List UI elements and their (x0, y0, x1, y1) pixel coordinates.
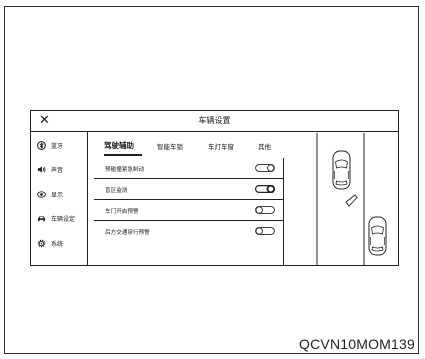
sidebar-item-display[interactable]: 显示 (37, 187, 63, 201)
sidebar-item-label: 显示 (51, 191, 64, 199)
tab-smart-lock[interactable]: 智能车锁 (157, 141, 183, 151)
sidebar-item-label: 车辆设定 (51, 215, 76, 223)
sidebar-item-system[interactable]: 系统 (37, 236, 63, 250)
adjacent-car-icon (368, 216, 387, 256)
sidebar-item-bluetooth[interactable]: 蓝牙 (37, 138, 63, 152)
vehicle-settings-screen: ✕ 车辆设置 蓝牙 声音 显示 车辆设定 系统 驾驶辅助 智能车锁 车灯车窗 其… (30, 110, 399, 266)
setting-row-pre-collision: 预碰撞紧急制动 (94, 158, 284, 179)
setting-row-blind-spot: 盲区监测 (94, 179, 284, 200)
sidebar-item-vehicle-settings[interactable]: 车辆设定 (37, 211, 75, 225)
car-icon (37, 214, 46, 223)
document-code: QCVN10MOM139 (299, 336, 415, 352)
active-tab-indicator (104, 154, 142, 156)
setting-label: 预碰撞紧急制动 (105, 167, 145, 173)
tab-driving-assist[interactable]: 驾驶辅助 (104, 140, 134, 151)
sidebar-item-label: 系统 (51, 240, 64, 248)
display-icon (37, 190, 46, 199)
warning-zone-icon (345, 194, 358, 207)
list-divider (283, 158, 284, 266)
toggle-switch-off[interactable] (255, 227, 275, 235)
blind-spot-diagram (316, 133, 387, 265)
sidebar-item-sound[interactable]: 声音 (37, 162, 63, 176)
toggle-switch-off[interactable] (255, 164, 275, 172)
sidebar-item-label: 声音 (51, 166, 64, 174)
setting-row-door-open-warning: 车门开启预警 (94, 200, 284, 221)
toggle-switch-off[interactable] (255, 206, 275, 214)
setting-label: 后方交通穿行预警 (105, 230, 150, 236)
tab-bar: 驾驶辅助 智能车锁 车灯车窗 其他 (94, 132, 294, 156)
sidebar-item-label: 蓝牙 (51, 142, 64, 150)
setting-label: 盲区监测 (105, 188, 128, 194)
speaker-icon (37, 165, 46, 174)
tab-other[interactable]: 其他 (258, 141, 271, 151)
host-car-icon (332, 150, 351, 190)
gear-icon (37, 239, 46, 248)
tab-lights-windows[interactable]: 车灯车窗 (208, 141, 234, 151)
setting-row-rear-cross-traffic: 后方交通穿行预警 (94, 221, 284, 242)
page-title: 车辆设置 (198, 116, 231, 125)
sidebar-divider (87, 132, 88, 266)
sidebar: 蓝牙 声音 显示 车辆设定 系统 (31, 132, 87, 265)
header-bar: ✕ 车辆设置 (31, 111, 398, 132)
setting-label: 车门开启预警 (105, 209, 139, 215)
toggle-switch-on[interactable] (255, 185, 275, 193)
bluetooth-icon (37, 140, 46, 150)
